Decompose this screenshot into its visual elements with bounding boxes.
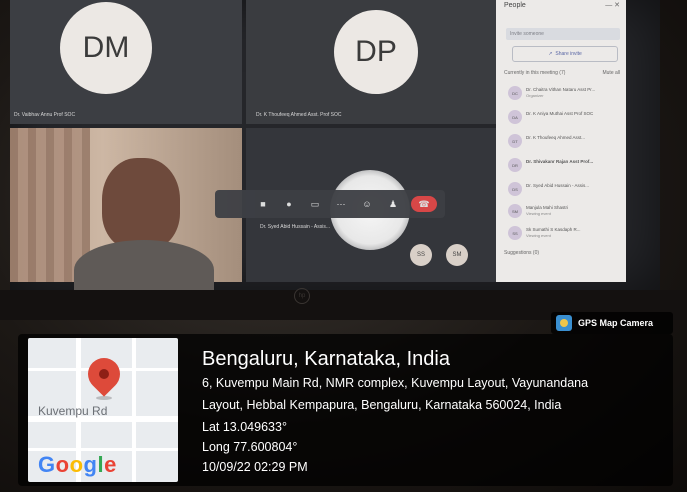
participant-name: Dr. Shivakanr Rajan Asst Prof... xyxy=(526,159,594,164)
participant-name: Dr. K Aniya Muthai Asst Prof SOC xyxy=(526,111,594,116)
avatar: DP xyxy=(334,10,418,94)
share-invite-label: Share invite xyxy=(555,51,582,57)
gps-camera-label: GPS Map Camera xyxy=(578,318,654,328)
participant-row[interactable]: DT Dr. K Thoufeeq Ahmed Asst... xyxy=(506,130,620,152)
participant-face xyxy=(102,158,180,250)
hp-logo-icon: hp xyxy=(294,288,310,304)
longitude: Long 77.600804° xyxy=(202,440,298,454)
people-panel: People — ✕ Invite someone ↗ Share invite… xyxy=(496,0,626,282)
map-road xyxy=(132,338,136,482)
avatar[interactable]: SM xyxy=(446,244,468,266)
address-line-2: Layout, Hebbal Kempapura, Bengaluru, Kar… xyxy=(202,398,562,412)
gps-camera-icon xyxy=(556,315,572,331)
hang-up-icon[interactable]: ☎ xyxy=(411,196,437,212)
share-screen-icon[interactable]: ▭ xyxy=(307,196,323,212)
logo-letter: g xyxy=(83,452,98,477)
participant-video-tile[interactable] xyxy=(10,128,242,300)
participant-role: Organizer xyxy=(526,93,544,98)
panel-title: People xyxy=(504,2,526,9)
avatar: SS xyxy=(508,226,522,240)
logo-letter: o xyxy=(55,452,70,477)
logo-letter: o xyxy=(69,452,84,477)
avatar: DT xyxy=(508,134,522,148)
participant-row[interactable]: SM Manjula Mahi Shastri Viewing event xyxy=(506,200,620,222)
participant-row[interactable]: SS Sk Sumathi S Kasdaph R... Viewing eve… xyxy=(506,222,620,244)
avatar: DS xyxy=(508,182,522,196)
logo-letter: e xyxy=(104,452,117,477)
participant-row[interactable]: DA Dr. K Aniya Muthai Asst Prof SOC xyxy=(506,106,620,128)
people-icon[interactable]: ♟ xyxy=(385,196,401,212)
in-meeting-heading: Currently in this meeting (7) xyxy=(504,70,566,76)
participant-name: Dr. Chaitra Vithan Nataru Asst Pr... xyxy=(526,87,596,92)
participant-name: Manjula Mahi Shastri xyxy=(526,205,569,210)
map-road xyxy=(28,448,178,451)
microphone-icon[interactable]: ● xyxy=(281,196,297,212)
gps-info-panel: Kuvempu Rd Google Bengaluru, Karnataka, … xyxy=(18,334,673,486)
latitude: Lat 13.049633° xyxy=(202,420,287,434)
participant-row[interactable]: DS Dr. Syed Abid Hussain - Assis... xyxy=(506,178,620,200)
map-pin-icon xyxy=(81,351,127,397)
more-options-icon[interactable]: ⋯ xyxy=(333,196,349,212)
gps-camera-badge: GPS Map Camera xyxy=(551,312,673,334)
timestamp: 10/09/22 02:29 PM xyxy=(202,460,308,474)
location-title: Bengaluru, Karnataka, India xyxy=(202,348,450,370)
avatar: SM xyxy=(508,204,522,218)
participant-name: Dr. K Thoufeeq Ahmed Asst... xyxy=(526,135,585,140)
participant-name: Dr. Syed Abid Hussain - Assis... xyxy=(260,224,331,230)
participant-status: Viewing event xyxy=(526,211,551,216)
avatar: DM xyxy=(60,2,152,94)
participant-name: Dr. K Thoufeeq Ahmed Asst. Prof SOC xyxy=(256,112,342,118)
location-map: Kuvempu Rd Google xyxy=(28,338,178,482)
participant-tile-dm[interactable]: DM Dr. Vaibhav Annu Prof SOC xyxy=(10,0,242,124)
participant-row[interactable]: DR Dr. Shivakanr Rajan Asst Prof... xyxy=(506,154,620,176)
camera-icon[interactable]: ■ xyxy=(255,196,271,212)
map-road-label: Kuvempu Rd xyxy=(38,404,108,418)
participant-name: Dr. Vaibhav Annu Prof SOC xyxy=(14,112,76,118)
address-line-1: 6, Kuvempu Main Rd, NMR complex, Kuvempu… xyxy=(202,376,589,390)
close-icon[interactable]: — ✕ xyxy=(605,1,620,9)
reactions-icon[interactable]: ☺ xyxy=(359,196,375,212)
meeting-screen: DM Dr. Vaibhav Annu Prof SOC DP Dr. K Th… xyxy=(10,0,660,300)
invite-input[interactable]: Invite someone xyxy=(506,28,620,40)
participant-status: Viewing event xyxy=(526,233,551,238)
participant-tile-dp[interactable]: DP Dr. K Thoufeeq Ahmed Asst. Prof SOC xyxy=(246,0,496,124)
suggestions-heading: Suggestions (0) xyxy=(504,250,540,256)
avatar: DC xyxy=(508,86,522,100)
participant-name: Sk Sumathi S Kasdaph R... xyxy=(526,227,581,232)
call-controls-bar: ■ ● ▭ ⋯ ☺ ♟ ☎ xyxy=(215,190,445,218)
avatar[interactable]: SS xyxy=(410,244,432,266)
logo-letter: G xyxy=(38,452,56,477)
participant-row[interactable]: DC Dr. Chaitra Vithan Nataru Asst Pr... … xyxy=(506,82,620,104)
share-invite-button[interactable]: ↗ Share invite xyxy=(512,46,618,62)
mute-all-button[interactable]: Mute all xyxy=(602,70,620,76)
avatar: DR xyxy=(508,158,522,172)
share-icon: ↗ xyxy=(548,51,553,57)
google-logo: Google xyxy=(38,452,117,478)
participant-name: Dr. Syed Abid Hussain - Assis... xyxy=(526,183,590,188)
photo-scene: DM Dr. Vaibhav Annu Prof SOC DP Dr. K Th… xyxy=(0,0,687,492)
avatar: DA xyxy=(508,110,522,124)
